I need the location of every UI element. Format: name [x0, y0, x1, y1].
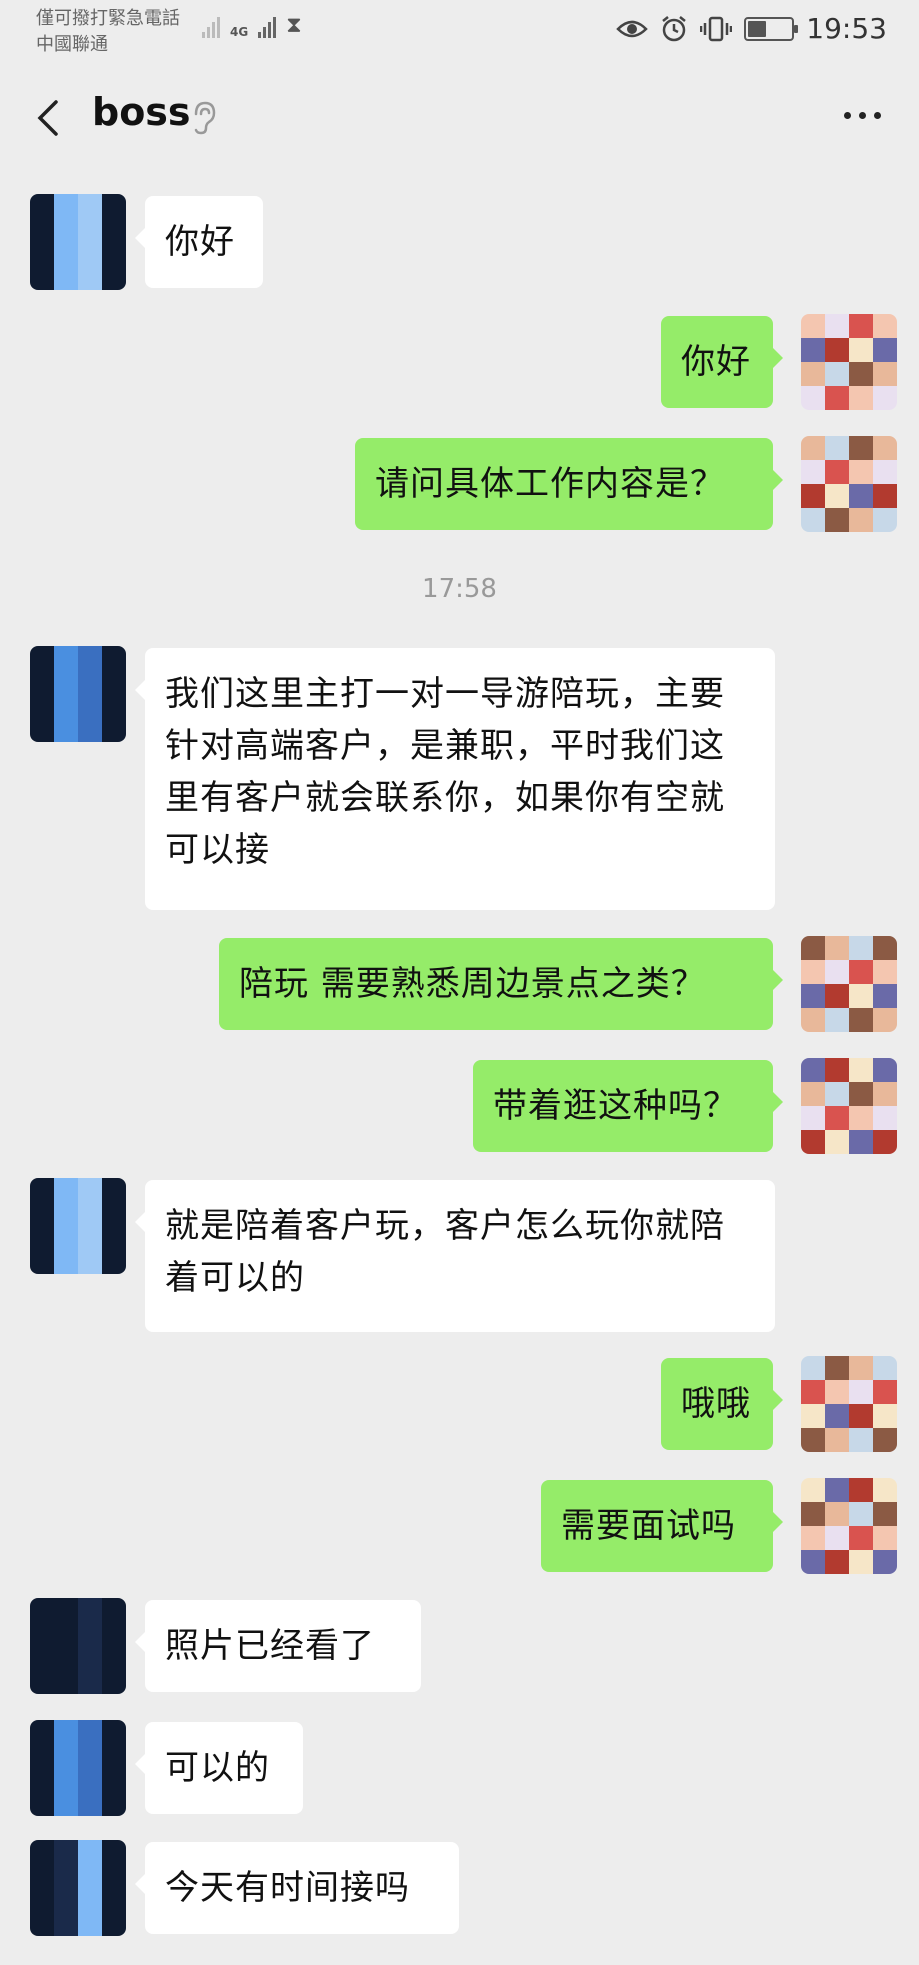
contact-avatar[interactable] [30, 1598, 126, 1694]
message-timestamp: 17:58 [422, 574, 497, 604]
message-row-sent: 陪玩 需要熟悉周边景点之类？ [0, 936, 919, 1034]
network-4g-icon: 4G [230, 26, 248, 38]
message-bubble-sent[interactable]: 带着逛这种吗？ [473, 1060, 783, 1152]
self-avatar[interactable] [801, 1356, 897, 1452]
more-horizontal-icon[interactable] [844, 112, 881, 119]
ear-icon [194, 101, 216, 135]
signal-strength-icon-2 [258, 14, 277, 38]
status-right: 19:53 [616, 12, 887, 45]
chat-header: boss [0, 62, 919, 174]
message-row-sent: 哦哦 [0, 1356, 919, 1454]
message-bubble-received[interactable]: 你好 [135, 196, 263, 288]
network-type-label: 4G [230, 25, 249, 39]
self-avatar[interactable] [801, 1058, 897, 1154]
signal-group: 4G ⧗ [202, 14, 302, 38]
message-bubble-received[interactable]: 照片已经看了 [135, 1600, 421, 1692]
eye-icon [616, 20, 649, 37]
alarm-icon [662, 15, 687, 41]
contact-avatar[interactable] [30, 1720, 126, 1816]
message-bubble-sent[interactable]: 你好 [661, 316, 783, 408]
signal-strength-icon-1 [202, 14, 220, 38]
message-row-received: 我们这里主打一对一导游陪玩，主要针对高端客户，是兼职，平时我们这里有客户就会联系… [0, 646, 919, 910]
message-bubble-received[interactable]: 今天有时间接吗 [135, 1842, 459, 1934]
contact-avatar[interactable] [30, 1840, 126, 1936]
message-row-received: 就是陪着客户玩，客户怎么玩你就陪着可以的 [0, 1178, 919, 1332]
message-bubble-sent[interactable]: 需要面试吗 [541, 1480, 783, 1572]
contact-avatar[interactable] [30, 646, 126, 742]
status-bar: 僅可撥打緊急電話 中國聯通 4G ⧗ 19:53 [0, 0, 919, 62]
message-bubble-received[interactable]: 就是陪着客户玩，客户怎么玩你就陪着可以的 [135, 1180, 775, 1332]
chevron-left-icon[interactable] [30, 98, 70, 138]
message-row-sent: 带着逛这种吗？ [0, 1058, 919, 1156]
contact-avatar[interactable] [30, 1178, 126, 1274]
message-bubble-sent[interactable]: 陪玩 需要熟悉周边景点之类？ [219, 938, 783, 1030]
carrier-info: 僅可撥打緊急電話 中國聯通 [36, 6, 180, 58]
carrier-line-2: 中國聯通 [36, 34, 108, 55]
self-avatar[interactable] [801, 436, 897, 532]
battery-icon [744, 16, 799, 41]
message-row-sent: 你好 [0, 314, 919, 412]
contact-avatar[interactable] [30, 194, 126, 290]
message-bubble-received[interactable]: 可以的 [135, 1722, 303, 1814]
message-bubble-sent[interactable]: 请问具体工作内容是？ [355, 438, 783, 530]
carrier-line-1: 僅可撥打緊急電話 [36, 8, 180, 29]
vibrate-icon [700, 16, 733, 41]
message-row-received: 照片已经看了 [0, 1598, 919, 1696]
message-bubble-received[interactable]: 我们这里主打一对一导游陪玩，主要针对高端客户，是兼职，平时我们这里有客户就会联系… [135, 648, 775, 910]
message-row-sent: 需要面试吗 [0, 1478, 919, 1576]
status-time: 19:53 [806, 12, 887, 45]
chat-title: boss [92, 90, 191, 134]
message-list[interactable]: 你好 你好 请问具体工作内容是？ 17:58 我们这里主打一对一导游陪玩，主要针对高端客… [0, 174, 919, 1965]
self-avatar[interactable] [801, 936, 897, 1032]
message-row-sent: 请问具体工作内容是？ [0, 436, 919, 534]
message-row-received: 你好 [0, 194, 919, 292]
self-avatar[interactable] [801, 314, 897, 410]
message-bubble-sent[interactable]: 哦哦 [661, 1358, 783, 1450]
message-row-received: 可以的 [0, 1720, 919, 1818]
hourglass-icon: ⧗ [286, 13, 302, 38]
self-avatar[interactable] [801, 1478, 897, 1574]
message-row-received: 今天有时间接吗 [0, 1840, 919, 1938]
